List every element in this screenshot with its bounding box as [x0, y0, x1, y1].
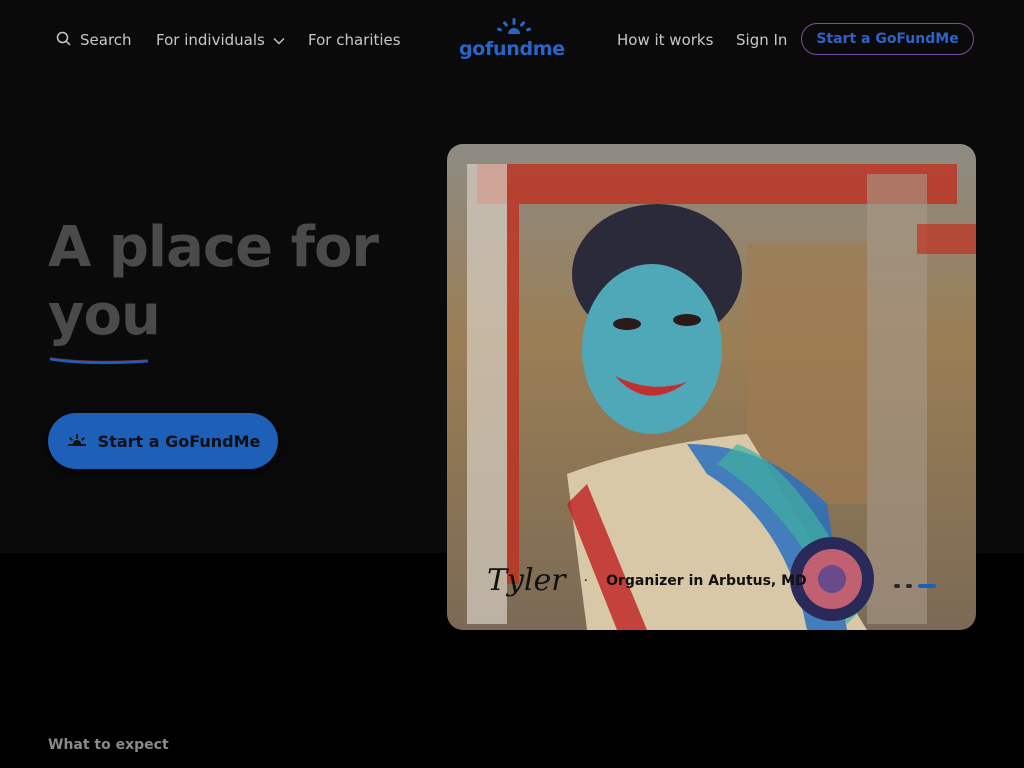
photo-caption: Tyler · Organizer in Arbutus, MD	[487, 563, 807, 598]
start-gofundme-nav-button[interactable]: Start a GoFundMe	[801, 23, 974, 55]
start-gofundme-hero-button[interactable]: Start a GoFundMe	[48, 413, 278, 469]
carousel-indicator[interactable]	[894, 584, 900, 588]
nav-sign-in[interactable]: Sign In	[736, 28, 787, 52]
chevron-down-icon	[273, 28, 285, 52]
nav-for-individuals-label: For individuals	[156, 31, 265, 49]
title-underline	[50, 357, 148, 365]
nav-for-individuals[interactable]: For individuals	[156, 28, 285, 52]
hero-title-line1: A place for	[48, 215, 379, 280]
hero-photo: Tyler · Organizer in Arbutus, MD	[447, 144, 976, 630]
sprout-icon	[66, 432, 88, 451]
hero-title-line2: you	[48, 283, 161, 348]
hero-cta-label: Start a GoFundMe	[97, 431, 261, 451]
search-icon	[56, 31, 71, 50]
nav-how-it-works[interactable]: How it works	[617, 28, 713, 52]
logo-wordmark: gofundme	[459, 38, 565, 60]
nav-for-charities[interactable]: For charities	[308, 28, 401, 52]
caption-separator: ·	[583, 572, 589, 589]
sunrise-icon	[497, 18, 531, 34]
gofundme-logo[interactable]: gofundme	[459, 18, 567, 60]
photo-illustration	[467, 164, 976, 630]
carousel-indicator[interactable]	[906, 584, 912, 588]
search-link[interactable]: Search	[56, 28, 132, 52]
carousel-indicators	[894, 584, 936, 588]
organizer-signature: Tyler	[487, 563, 566, 598]
carousel-indicator-active[interactable]	[918, 584, 936, 588]
section-label-what-to-expect: What to expect	[48, 737, 169, 753]
organizer-location: Organizer in Arbutus, MD	[606, 572, 807, 589]
search-label: Search	[80, 31, 132, 49]
hero-title: A place for you	[48, 214, 428, 350]
